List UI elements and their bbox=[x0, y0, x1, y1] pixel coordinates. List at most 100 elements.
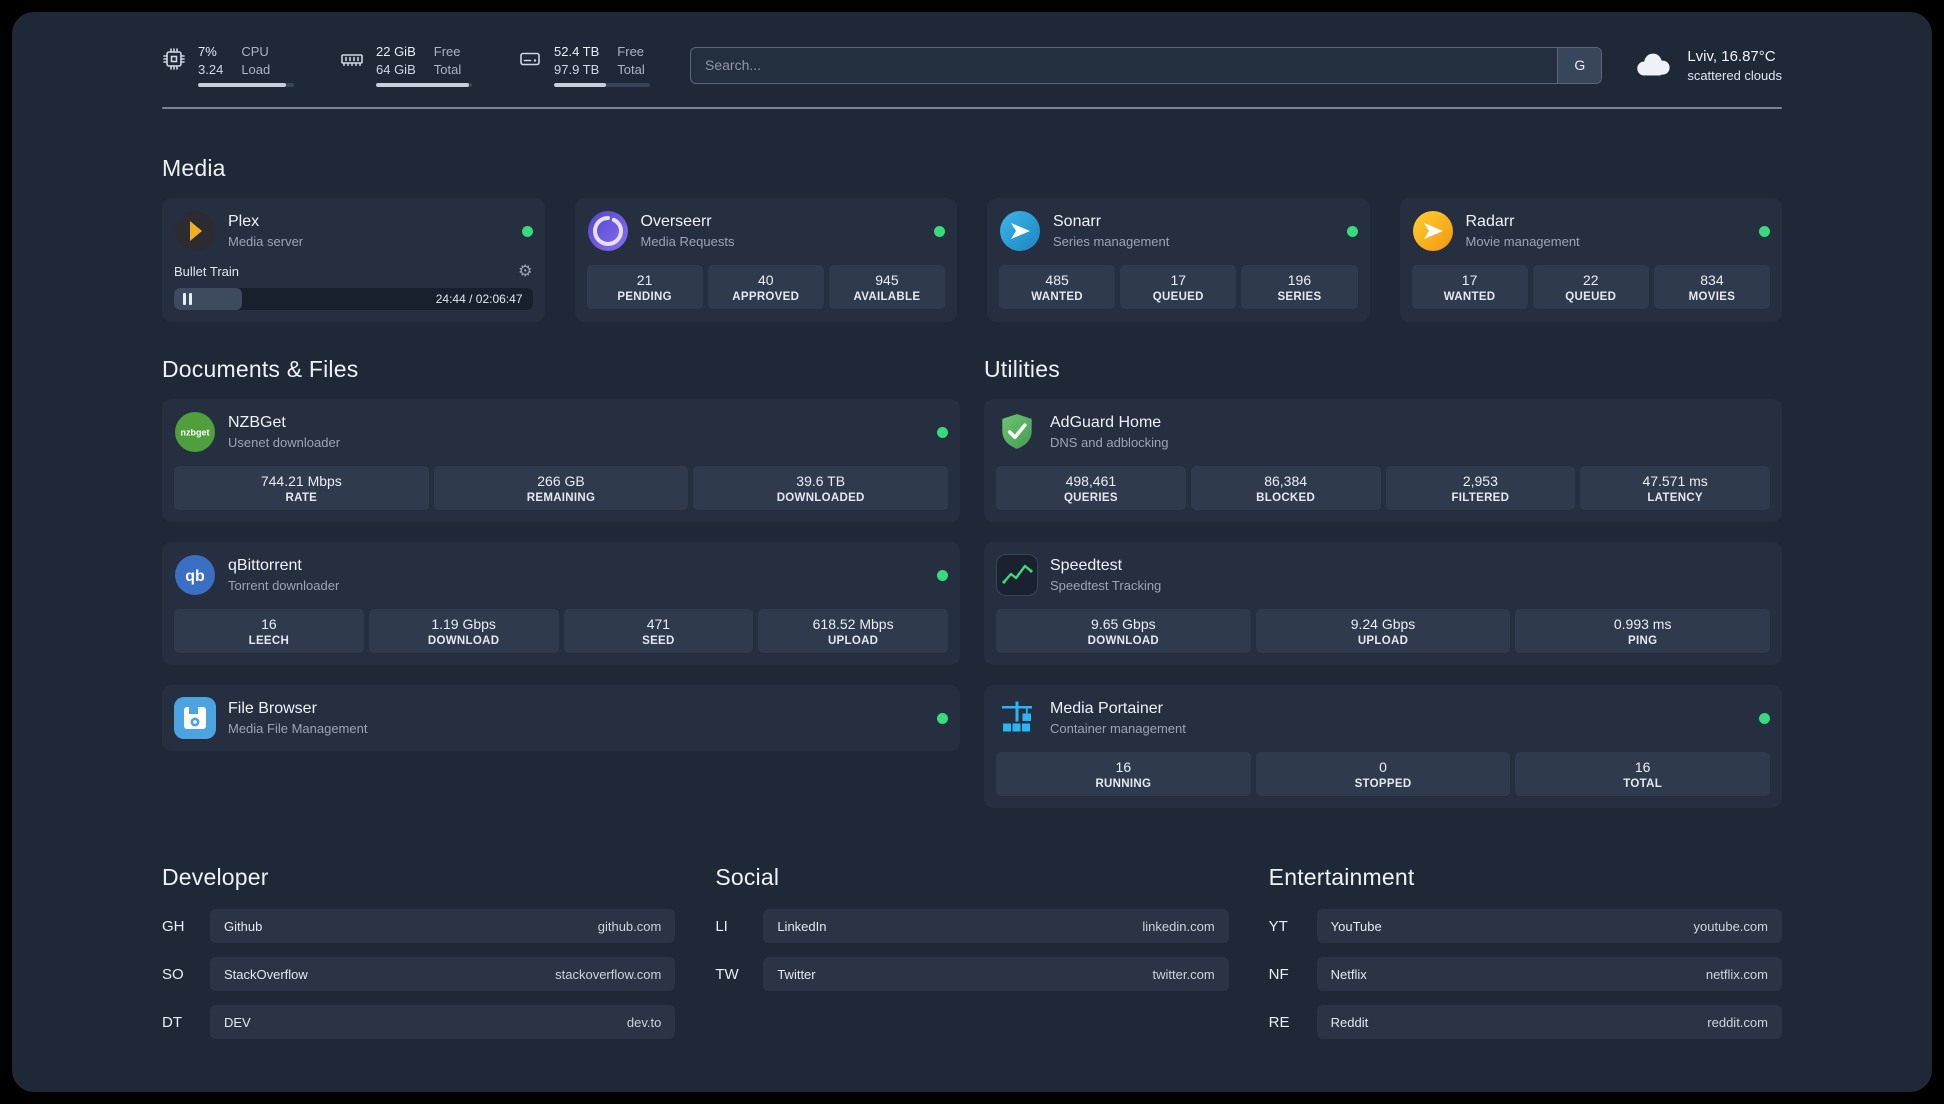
app-name: Radarr bbox=[1465, 213, 1515, 230]
app-card-filebrowser[interactable]: File Browser Media File Management bbox=[162, 685, 960, 751]
stat-upload: 618.52 Mbps UPLOAD bbox=[758, 609, 948, 653]
app-card-portainer[interactable]: Media Portainer Container management 16 … bbox=[984, 685, 1782, 808]
stat-download: 1.19 Gbps DOWNLOAD bbox=[368, 609, 559, 653]
app-meta: Sonarr Series management bbox=[1053, 213, 1169, 249]
app-meta: Overseerr Media Requests bbox=[641, 213, 735, 249]
bookmark-linkedin[interactable]: LI LinkedIn linkedin.com bbox=[715, 909, 1229, 943]
bookmark-reddit[interactable]: RE Reddit reddit.com bbox=[1269, 1005, 1782, 1039]
stat-value: 834 bbox=[1700, 272, 1724, 288]
bookmark-name: Reddit bbox=[1330, 1014, 1369, 1030]
cpu-icon bbox=[162, 47, 186, 71]
stat-label: APPROVED bbox=[732, 291, 800, 303]
app-card-speedtest[interactable]: Speedtest Speedtest Tracking 9.65 Gbps D… bbox=[984, 542, 1782, 665]
search-engine-button[interactable]: G bbox=[1557, 47, 1602, 83]
bookmark-url: linkedin.com bbox=[1142, 918, 1215, 934]
bookmark-pill: LinkedIn linkedin.com bbox=[763, 909, 1229, 943]
stat-wanted: 485 WANTED bbox=[999, 265, 1116, 309]
nzbget-icon-text: nzbget bbox=[181, 428, 210, 438]
now-playing-title: Bullet Train bbox=[174, 263, 240, 279]
app-card-qbittorrent[interactable]: qb qBittorrent Torrent downloader 16 LEE… bbox=[162, 542, 960, 665]
pause-icon[interactable] bbox=[183, 293, 192, 305]
cpu-percent: 7% bbox=[198, 43, 217, 59]
stat-queued: 22 QUEUED bbox=[1532, 265, 1649, 309]
stat-queued: 17 QUEUED bbox=[1120, 265, 1237, 309]
stat-latency: 47.571 ms LATENCY bbox=[1580, 466, 1770, 510]
gear-icon[interactable]: ⚙ bbox=[518, 263, 532, 279]
stat-value: 16 bbox=[1115, 759, 1132, 775]
bookmark-dev[interactable]: DT DEV dev.to bbox=[162, 1005, 676, 1039]
header-divider bbox=[162, 107, 1782, 109]
search-input[interactable] bbox=[691, 57, 1558, 73]
app-name: Sonarr bbox=[1053, 213, 1102, 230]
playback-progress-bar[interactable]: 24:44 / 02:06:47 bbox=[174, 288, 533, 310]
qbittorrent-icon: qb bbox=[174, 554, 216, 596]
section-title-documents: Documents & Files bbox=[162, 356, 359, 382]
now-playing-row: Bullet Train ⚙ bbox=[174, 263, 533, 279]
stat-rate: 744.21 Mbps RATE bbox=[174, 466, 429, 510]
cpu-widget: 7% 3.24 CPU Load bbox=[162, 44, 294, 87]
bookmark-group-title: Developer bbox=[162, 864, 269, 890]
app-card-adguard[interactable]: AdGuard Home DNS and adblocking 498,461 … bbox=[984, 399, 1782, 522]
stat-label: SERIES bbox=[1277, 291, 1322, 303]
stat-movies: 834 MOVIES bbox=[1653, 265, 1771, 309]
stat-label: LEECH bbox=[248, 635, 290, 647]
stat-seed: 471 SEED bbox=[563, 609, 754, 653]
stat-upload: 9.24 Gbps UPLOAD bbox=[1255, 609, 1511, 653]
stat-value: 39.6 TB bbox=[796, 473, 846, 489]
dashboard: { "header": { "resources": [ { "icon": "… bbox=[0, 0, 1944, 1104]
radarr-icon bbox=[1412, 210, 1454, 252]
speedtest-icon bbox=[996, 554, 1038, 596]
bookmark-url: youtube.com bbox=[1693, 918, 1768, 934]
app-meta: Speedtest Speedtest Tracking bbox=[1050, 557, 1161, 593]
cpu-label-2: Load bbox=[241, 61, 271, 77]
weather-widget: Lviv, 16.87°C scattered clouds bbox=[1632, 48, 1782, 83]
stat-label: QUEUED bbox=[1565, 291, 1617, 303]
app-card-radarr[interactable]: Radarr Movie management 17 WANTED 22 QUE… bbox=[1399, 198, 1782, 322]
ram-widget: 22 GiB 64 GiB Free Total bbox=[340, 44, 472, 87]
section-title-utilities: Utilities bbox=[984, 356, 1060, 382]
app-card-overseerr[interactable]: Overseerr Media Requests 21 PENDING 40 A… bbox=[574, 198, 957, 322]
stat-label: UPLOAD bbox=[1357, 635, 1409, 647]
bookmark-abbr: SO bbox=[162, 965, 184, 983]
bookmark-github[interactable]: GH Github github.com bbox=[162, 909, 676, 943]
bookmark-pill: YouTube youtube.com bbox=[1316, 909, 1782, 943]
status-dot bbox=[937, 426, 948, 438]
app-card-nzbget[interactable]: nzbget NZBGet Usenet downloader 744.21 M… bbox=[162, 399, 960, 522]
app-meta: File Browser Media File Management bbox=[228, 700, 367, 736]
section-documents: Documents & Files nzbget NZBGet Usenet d… bbox=[162, 356, 960, 808]
stat-label: RUNNING bbox=[1095, 778, 1152, 790]
bookmark-twitter[interactable]: TW Twitter twitter.com bbox=[715, 957, 1229, 991]
bookmark-rows: LI LinkedIn linkedin.com TW Twitter twit… bbox=[715, 909, 1229, 991]
utilities-cards: AdGuard Home DNS and adblocking 498,461 … bbox=[984, 399, 1782, 808]
bookmark-netflix[interactable]: NF Netflix netflix.com bbox=[1269, 957, 1782, 991]
bookmark-pill: StackOverflow stackoverflow.com bbox=[210, 957, 676, 991]
card-header: AdGuard Home DNS and adblocking bbox=[996, 411, 1770, 453]
bookmark-url: dev.to bbox=[626, 1014, 662, 1030]
bookmarks-area: Developer GH Github github.com SO StackO… bbox=[162, 864, 1782, 1039]
stat-approved: 40 APPROVED bbox=[707, 265, 824, 309]
app-meta: Radarr Movie management bbox=[1466, 213, 1580, 249]
status-dot bbox=[937, 712, 948, 724]
bookmark-name: Twitter bbox=[777, 966, 816, 982]
stats-row: 17 WANTED 22 QUEUED 834 MOVIES bbox=[1411, 265, 1771, 309]
bookmark-youtube[interactable]: YT YouTube youtube.com bbox=[1269, 909, 1782, 943]
bookmark-name: YouTube bbox=[1330, 918, 1382, 934]
app-card-sonarr[interactable]: Sonarr Series management 485 WANTED 17 Q… bbox=[987, 198, 1370, 322]
stat-value: 196 bbox=[1287, 272, 1312, 288]
stat-value: 498,461 bbox=[1065, 473, 1117, 489]
stat-download: 9.65 Gbps DOWNLOAD bbox=[996, 609, 1251, 653]
stat-value: 47.571 ms bbox=[1642, 473, 1708, 489]
bookmark-group-entertainment: Entertainment YT YouTube youtube.com NF … bbox=[1269, 864, 1782, 1039]
bookmark-abbr: LI bbox=[715, 917, 728, 935]
ram-icon bbox=[340, 47, 364, 71]
qbittorrent-icon-text: qb bbox=[185, 568, 205, 585]
stat-label: BLOCKED bbox=[1256, 492, 1316, 504]
stat-value: 485 bbox=[1045, 272, 1069, 288]
stat-value: 266 GB bbox=[537, 473, 585, 489]
filebrowser-icon bbox=[174, 697, 216, 739]
bookmark-name: LinkedIn bbox=[777, 918, 827, 934]
app-name: Plex bbox=[228, 213, 260, 230]
bookmark-pill: Github github.com bbox=[210, 909, 676, 943]
bookmark-stackoverflow[interactable]: SO StackOverflow stackoverflow.com bbox=[162, 957, 676, 991]
app-card-plex[interactable]: Plex Media server Bullet Train ⚙ 24:44 /… bbox=[162, 198, 545, 322]
